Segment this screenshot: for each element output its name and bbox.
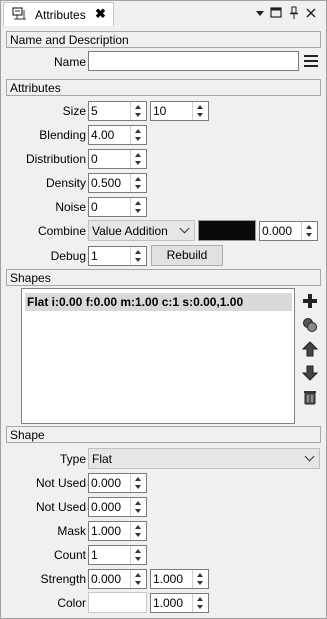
strength-min-value: 0.000 <box>91 572 122 586</box>
mask-spinbox[interactable]: 1.000 <box>88 521 147 541</box>
not-used-1-value: 0.000 <box>91 476 122 490</box>
count-label: Count <box>53 548 86 562</box>
trash-icon[interactable] <box>302 389 318 405</box>
add-shape-icon[interactable] <box>302 293 318 309</box>
noise-spinbox[interactable]: 0 <box>88 197 147 217</box>
size-max-value: 10 <box>153 104 167 118</box>
spin-arrows[interactable] <box>130 570 146 588</box>
rebuild-button[interactable]: Rebuild <box>151 245 223 266</box>
blending-label: Blending <box>39 128 86 142</box>
spin-arrows[interactable] <box>130 546 146 564</box>
type-label: Type <box>59 452 86 466</box>
spin-arrows[interactable] <box>130 198 146 216</box>
spin-arrows[interactable] <box>192 594 208 612</box>
shapes-list[interactable]: Flat i:0.00 f:0.00 m:1.00 c:1 s:0.00,1.0… <box>21 288 295 424</box>
spin-arrows[interactable] <box>192 102 208 120</box>
combine-value: 0.000 <box>262 224 293 238</box>
size-min-spinbox[interactable]: 5 <box>88 101 147 121</box>
combine-mode-value: Value Addition <box>92 224 168 238</box>
size-min-value: 5 <box>91 104 98 118</box>
move-up-icon[interactable] <box>302 341 318 357</box>
section-title: Shape <box>10 428 45 442</box>
tab-title: Attributes <box>35 8 86 22</box>
count-value: 1 <box>91 548 98 562</box>
combine-color-swatch[interactable] <box>198 220 256 241</box>
maximize-icon[interactable] <box>269 5 283 21</box>
color-swatch[interactable] <box>88 592 147 613</box>
spin-arrows[interactable] <box>192 570 208 588</box>
distribution-label: Distribution <box>25 152 86 166</box>
name-label: Name <box>53 55 86 69</box>
not-used-2-spinbox[interactable]: 0.000 <box>88 497 147 517</box>
spin-arrows[interactable] <box>130 102 146 120</box>
dropdown-menu-icon[interactable] <box>253 5 267 21</box>
strength-min-spinbox[interactable]: 0.000 <box>88 569 147 589</box>
spin-arrows[interactable] <box>130 474 146 492</box>
color-label: Color <box>57 596 86 610</box>
debug-spinbox[interactable]: 1 <box>88 246 147 266</box>
combine-mode-dropdown[interactable]: Value Addition <box>88 220 195 241</box>
blending-value: 4.00 <box>91 128 115 142</box>
mask-value: 1.000 <box>91 524 122 538</box>
color-value-spinbox[interactable]: 1.000 <box>150 593 209 613</box>
spin-arrows[interactable] <box>130 150 146 168</box>
strength-max-spinbox[interactable]: 1.000 <box>150 569 209 589</box>
tab-attributes[interactable]: Attributes ✖ <box>3 2 114 26</box>
section-shape[interactable]: Shape <box>6 426 321 443</box>
spin-arrows[interactable] <box>130 174 146 192</box>
spin-arrows[interactable] <box>130 126 146 144</box>
close-tab-icon[interactable]: ✖ <box>95 6 106 22</box>
debug-label: Debug <box>50 249 86 263</box>
shapes-icon[interactable] <box>302 317 318 333</box>
panel-titlebar: Attributes ✖ <box>1 1 326 26</box>
section-attributes[interactable]: Attributes <box>6 79 321 96</box>
density-value: 0.500 <box>91 176 122 190</box>
pin-icon[interactable] <box>287 5 301 21</box>
combine-value-spinbox[interactable]: 0.000 <box>259 221 318 241</box>
not-used-label: Not Used <box>35 476 86 490</box>
not-used-label: Not Used <box>35 500 86 514</box>
count-spinbox[interactable]: 1 <box>88 545 147 565</box>
section-name-description[interactable]: Name and Description <box>6 31 321 48</box>
close-icon[interactable] <box>304 5 318 21</box>
spin-arrows[interactable] <box>130 247 146 265</box>
combine-label: Combine <box>37 224 86 238</box>
attributes-panel-icon <box>12 7 26 20</box>
density-label: Density <box>45 176 86 190</box>
spin-arrows[interactable] <box>301 222 317 240</box>
strength-label: Strength <box>40 572 86 586</box>
noise-label: Noise <box>55 200 86 214</box>
spin-arrows[interactable] <box>130 498 146 516</box>
chevron-down-icon <box>179 223 190 234</box>
section-title: Attributes <box>10 81 61 95</box>
debug-value: 1 <box>91 249 98 263</box>
distribution-spinbox[interactable]: 0 <box>88 149 147 169</box>
spin-arrows[interactable] <box>130 522 146 540</box>
noise-value: 0 <box>91 200 98 214</box>
type-value: Flat <box>92 452 113 466</box>
color-value: 1.000 <box>153 596 184 610</box>
mask-label: Mask <box>57 524 86 538</box>
section-title: Name and Description <box>10 33 129 47</box>
not-used-1-spinbox[interactable]: 0.000 <box>88 473 147 493</box>
density-spinbox[interactable]: 0.500 <box>88 173 147 193</box>
type-dropdown[interactable]: Flat <box>88 448 320 469</box>
size-max-spinbox[interactable]: 10 <box>150 101 209 121</box>
chevron-down-icon <box>304 451 315 462</box>
distribution-value: 0 <box>91 152 98 166</box>
section-title: Shapes <box>10 271 51 285</box>
section-shapes[interactable]: Shapes <box>6 269 321 286</box>
list-menu-icon[interactable] <box>303 53 319 69</box>
move-down-icon[interactable] <box>302 365 318 381</box>
name-input[interactable] <box>88 51 299 71</box>
not-used-2-value: 0.000 <box>91 500 122 514</box>
size-label: Size <box>62 104 86 118</box>
list-item[interactable]: Flat i:0.00 f:0.00 m:1.00 c:1 s:0.00,1.0… <box>25 293 292 311</box>
strength-max-value: 1.000 <box>153 572 184 586</box>
blending-spinbox[interactable]: 4.00 <box>88 125 147 145</box>
